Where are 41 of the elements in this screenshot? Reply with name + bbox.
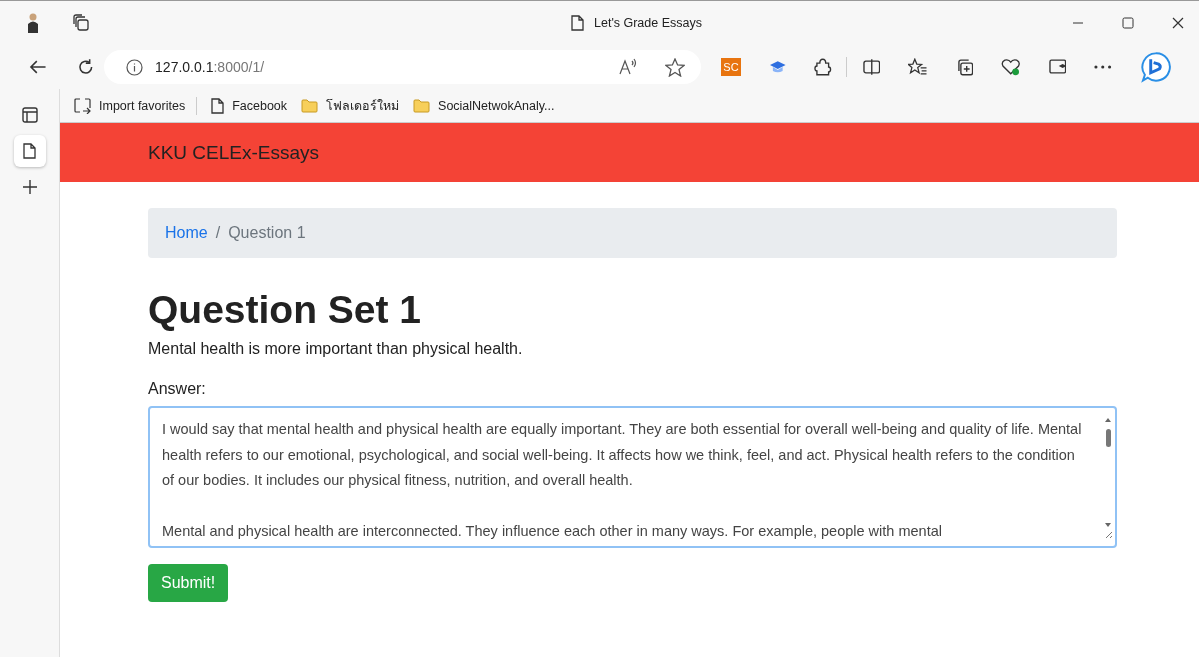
split-screen-icon[interactable] (862, 58, 881, 76)
puzzle-icon[interactable] (814, 58, 832, 76)
address-bar[interactable]: 127.0.0.1:8000/1/ (104, 50, 702, 84)
answer-field[interactable]: I would say that mental health and physical health are equally important. They are both essential for overall well-being and quality of life. Mental health refers to our emotional, psychological, and social well-being. It affects how we think, feel, and act. Physical health refers to the condition of our bodies. It includes our physical fitness, nutrition, and overall health. Mental and physical health are interconnected. They influence each other in many ways. For example, people with mental (148, 406, 1117, 548)
favorite-link[interactable]: Facebook (211, 97, 288, 114)
breadcrumb-current: Question 1 (228, 224, 306, 242)
breadcrumb-link[interactable]: Home (165, 224, 208, 242)
page-icon (211, 97, 225, 114)
tab-actions-icon[interactable] (72, 14, 90, 32)
collections-icon[interactable] (955, 58, 974, 76)
favorite-link[interactable]: SocialNetwokAnaly... (413, 98, 555, 113)
new-tab-icon[interactable] (21, 179, 38, 195)
reading-view-icon[interactable] (1048, 58, 1067, 76)
question-text: Mental health is more important than physical health. (148, 340, 523, 358)
breadcrumb-separator: / (215, 224, 221, 242)
profile-icon[interactable] (26, 12, 40, 34)
page-heading: Question Set 1 (148, 288, 422, 332)
refresh-icon[interactable] (76, 58, 95, 76)
heart-pulse-icon[interactable] (1001, 58, 1021, 76)
maximize-icon[interactable] (1122, 17, 1134, 29)
vertical-tab[interactable] (13, 135, 46, 167)
page-icon (571, 15, 584, 31)
favorites-icon[interactable] (908, 58, 928, 76)
chat-logo-icon[interactable] (1139, 51, 1171, 83)
folder-icon (413, 98, 431, 113)
brand-link[interactable]: KKU CELEx-Essays (148, 141, 320, 164)
back-icon[interactable] (29, 59, 47, 75)
favorite-link[interactable]: Import favorites (74, 97, 186, 114)
answer-label: Answer: (148, 380, 206, 398)
page-icon (23, 143, 36, 159)
favorite-link[interactable]: โฟลเดอร์ใหม่ (301, 95, 400, 116)
star-icon[interactable] (665, 57, 686, 77)
close-icon[interactable] (1172, 17, 1184, 29)
more-icon[interactable] (1094, 65, 1112, 69)
graduation-cap-icon[interactable] (768, 59, 787, 75)
info-icon[interactable] (126, 58, 144, 76)
folder-icon (301, 98, 319, 113)
import-icon (74, 97, 91, 114)
tab-panel-icon[interactable] (21, 107, 38, 123)
url-text: 127.0.0.1:8000/1/ (155, 59, 265, 75)
window-title: Let's Grade Essays (594, 16, 702, 30)
